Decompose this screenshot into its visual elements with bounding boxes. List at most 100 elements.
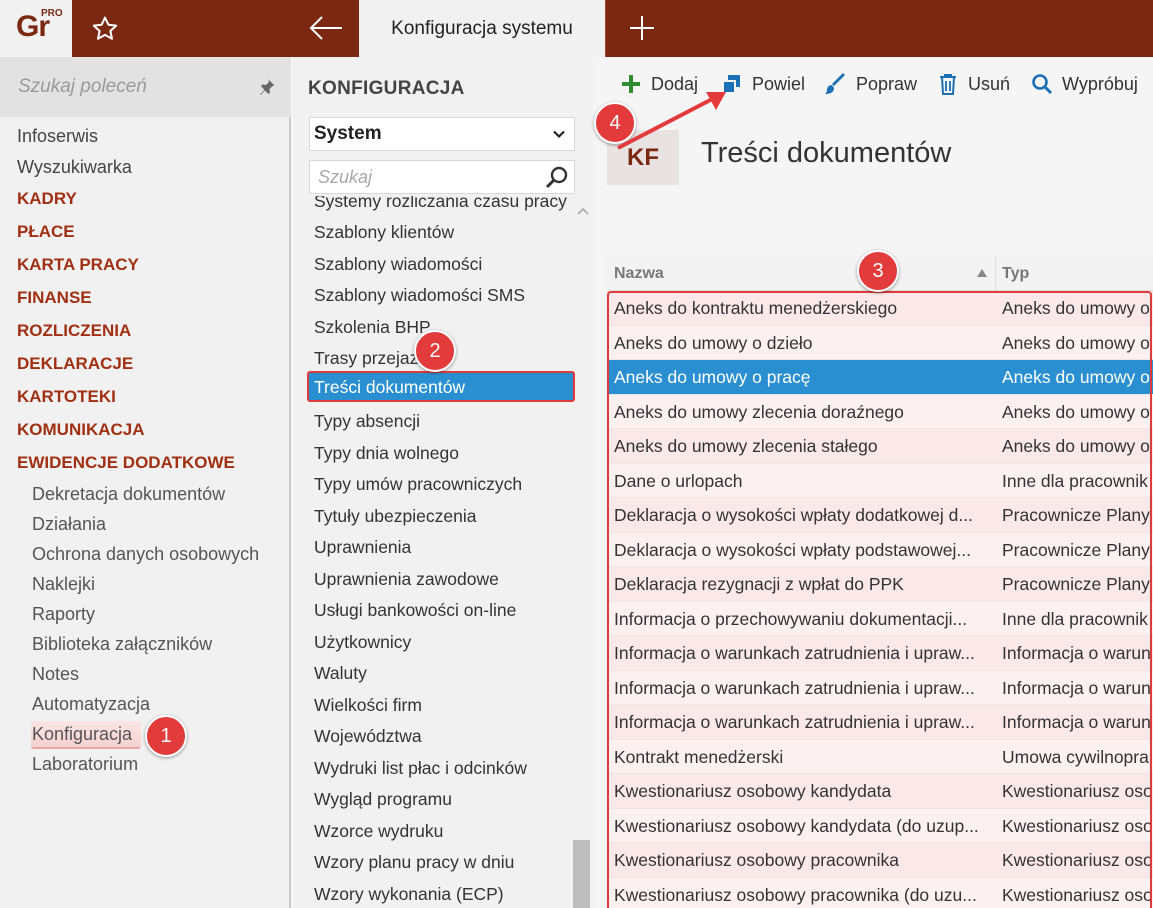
config-item[interactable]: Szablony wiadomości <box>314 254 482 275</box>
scroll-up-icon[interactable] <box>576 206 590 216</box>
column-header-nazwa[interactable]: Nazwa <box>614 265 664 283</box>
sidebar-item-raporty[interactable]: Raporty <box>32 604 95 625</box>
column-divider[interactable] <box>995 256 996 291</box>
sort-ascending-icon[interactable] <box>977 269 987 277</box>
try-button[interactable]: Wypróbuj <box>1031 73 1138 95</box>
config-item[interactable]: Usługi bankowości on-line <box>314 600 516 621</box>
sidebar-category-karta-pracy[interactable]: KARTA PRACY <box>17 255 139 275</box>
sidebar-category-ewidencje-dodatkowe[interactable]: EWIDENCJE DODATKOWE <box>17 453 235 473</box>
table-row[interactable]: Aneks do kontraktu menedżerskiego Aneks d… <box>607 291 1153 326</box>
config-item[interactable]: Systemy rozliczania czasu pracy <box>314 196 567 212</box>
column-header-typ[interactable]: Typ <box>1002 265 1029 283</box>
cell-name: Kwestionariusz osobowy pracownika (do uz… <box>614 884 977 905</box>
config-item[interactable]: Województwa <box>314 726 422 747</box>
edit-button[interactable]: Popraw <box>825 73 917 95</box>
config-item-list: Systemy rozliczania czasu pracy Szablony… <box>293 196 576 908</box>
delete-button-label: Usuń <box>968 73 1011 94</box>
config-item[interactable]: Uprawnienia zawodowe <box>314 569 499 590</box>
config-item[interactable]: Tytuły ubezpieczenia <box>314 506 476 527</box>
table-row[interactable]: Aneks do umowy o dzieło Aneks do umowy o <box>607 325 1153 360</box>
sidebar-item-automatyzacja[interactable]: Automatyzacja <box>32 694 150 715</box>
sidebar-item-laboratorium[interactable]: Laboratorium <box>32 754 138 775</box>
sidebar-category-komunikacja[interactable]: KOMUNIKACJA <box>17 420 145 440</box>
table-row[interactable]: Kwestionariusz osobowy pracownika (do uz… <box>607 877 1153 908</box>
duplicate-button[interactable]: Powiel <box>721 73 805 95</box>
config-item[interactable]: Szablony klientów <box>314 222 454 243</box>
table-row[interactable]: Kwestionariusz osobowy pracownika Kwestio… <box>607 843 1153 878</box>
table-row[interactable]: Aneks do umowy zlecenia doraźnego Aneks d… <box>607 394 1153 429</box>
config-search-input[interactable]: Szukaj <box>309 160 575 194</box>
config-item-selected[interactable]: Treści dokumentów <box>307 371 575 402</box>
cell-name: Dane o urlopach <box>614 470 743 491</box>
table-row-selected[interactable]: Aneks do umowy o pracę Aneks do umowy o <box>607 360 1153 395</box>
favorite-star-icon[interactable] <box>90 14 120 44</box>
page-title: Treści dokumentów <box>701 137 952 169</box>
config-item[interactable]: Wzory wykonania (ECP) <box>314 884 504 905</box>
cell-type: Aneks do umowy o <box>1002 436 1150 456</box>
config-item[interactable]: Wygląd programu <box>314 789 452 810</box>
config-item[interactable]: Uprawnienia <box>314 537 411 558</box>
cell-name: Informacja o warunkach zatrudnienia i up… <box>614 677 975 698</box>
delete-button[interactable]: Usuń <box>937 73 1010 95</box>
command-search-placeholder: Szukaj poleceń <box>18 76 147 97</box>
cell-name: Deklaracja o wysokości wpłaty dodatkowej… <box>614 505 973 525</box>
table-row[interactable]: Informacja o warunkach zatrudnienia i up… <box>607 670 1153 705</box>
table-row[interactable]: Dane o urlopach Inne dla pracownik <box>607 463 1153 498</box>
config-item[interactable]: Szablony wiadomości SMS <box>314 285 525 306</box>
cell-type: Pracownicze Plany <box>1002 505 1150 525</box>
app-logo[interactable]: Gr PRO <box>0 0 72 57</box>
sidebar-category-finanse[interactable]: FINANSE <box>17 288 92 308</box>
magnifier-icon <box>1032 74 1053 95</box>
config-item[interactable]: Wielkości firm <box>314 695 422 716</box>
pin-icon[interactable] <box>258 78 276 96</box>
sidebar-item-dekretacja[interactable]: Dekretacja dokumentów <box>32 484 225 505</box>
back-arrow-icon[interactable] <box>306 10 346 46</box>
cell-type: Aneks do umowy o <box>1002 367 1150 387</box>
config-item[interactable]: Waluty <box>314 663 367 684</box>
sidebar-item-infoserwis[interactable]: Infoserwis <box>17 126 98 147</box>
sidebar-category-place[interactable]: PŁACE <box>17 222 75 242</box>
table-row[interactable]: Aneks do umowy zlecenia stałego Aneks do … <box>607 429 1153 464</box>
scrollbar-thumb[interactable] <box>573 840 590 908</box>
sidebar-item-naklejki[interactable]: Naklejki <box>32 574 95 595</box>
config-item[interactable]: Szkolenia BHP <box>314 317 431 338</box>
sidebar-item-konfiguracja[interactable]: Konfiguracja <box>32 724 132 745</box>
config-item[interactable]: Typy absencji <box>314 411 420 432</box>
tab-konfiguracja-systemu[interactable]: Konfiguracja systemu <box>359 0 605 57</box>
system-select[interactable]: System <box>309 117 575 151</box>
table-row[interactable]: Kwestionariusz osobowy kandydata (do uzu… <box>607 808 1153 843</box>
command-search-input[interactable]: Szukaj poleceń <box>0 57 291 117</box>
sidebar-category-kartoteki[interactable]: KARTOTEKI <box>17 387 116 407</box>
cell-type: Kwestionariusz oso <box>1002 884 1153 905</box>
config-item[interactable]: Użytkownicy <box>314 632 411 653</box>
config-item[interactable]: Typy dnia wolnego <box>314 443 459 464</box>
cell-type: Pracownicze Plany <box>1002 539 1150 560</box>
sidebar-item-notes[interactable]: Notes <box>32 664 79 685</box>
table-row[interactable]: Kwestionariusz osobowy kandydata Kwestion… <box>607 774 1153 809</box>
cell-name: Aneks do umowy zlecenia stałego <box>614 436 878 456</box>
table-row[interactable]: Informacja o przechowywaniu dokumentacji… <box>607 601 1153 636</box>
config-item[interactable]: Wzory planu pracy w dniu <box>314 852 514 873</box>
new-tab-plus-icon[interactable] <box>626 12 658 44</box>
tab-label: Konfiguracja systemu <box>391 17 573 39</box>
table-row[interactable]: Kontrakt menedżerski Umowa cywilnopra <box>607 739 1153 774</box>
sidebar-category-rozliczenia[interactable]: ROZLICZENIA <box>17 321 131 341</box>
sidebar-category-deklaracje[interactable]: DEKLARACJE <box>17 354 133 374</box>
sidebar-item-ochrona-danych[interactable]: Ochrona danych osobowych <box>32 544 259 565</box>
config-item[interactable]: Typy umów pracowniczych <box>314 474 522 495</box>
table-row[interactable]: Deklaracja o wysokości wpłaty podstawowe… <box>607 532 1153 567</box>
table-row[interactable]: Deklaracja o wysokości wpłaty dodatkowej… <box>607 498 1153 533</box>
sidebar-category-kadry[interactable]: KADRY <box>17 189 77 209</box>
search-icon[interactable] <box>544 165 570 191</box>
cell-type: Inne dla pracownik <box>1002 470 1148 491</box>
table-row[interactable]: Informacja o warunkach zatrudnienia i up… <box>607 705 1153 740</box>
trash-icon <box>940 74 956 95</box>
sidebar-item-dzialania[interactable]: Działania <box>32 514 106 535</box>
config-item[interactable]: Wydruki list płac i odcinków <box>314 758 527 779</box>
table-row[interactable]: Deklaracja rezygnacji z wpłat do PPK Prac… <box>607 567 1153 602</box>
sidebar-item-wyszukiwarka[interactable]: Wyszukiwarka <box>17 157 132 178</box>
table-row[interactable]: Informacja o warunkach zatrudnienia i up… <box>607 636 1153 671</box>
config-item[interactable]: Wzorce wydruku <box>314 821 443 842</box>
sidebar-item-biblioteka[interactable]: Biblioteka załączników <box>32 634 212 655</box>
config-item-selected-label: Treści dokumentów <box>314 377 466 397</box>
